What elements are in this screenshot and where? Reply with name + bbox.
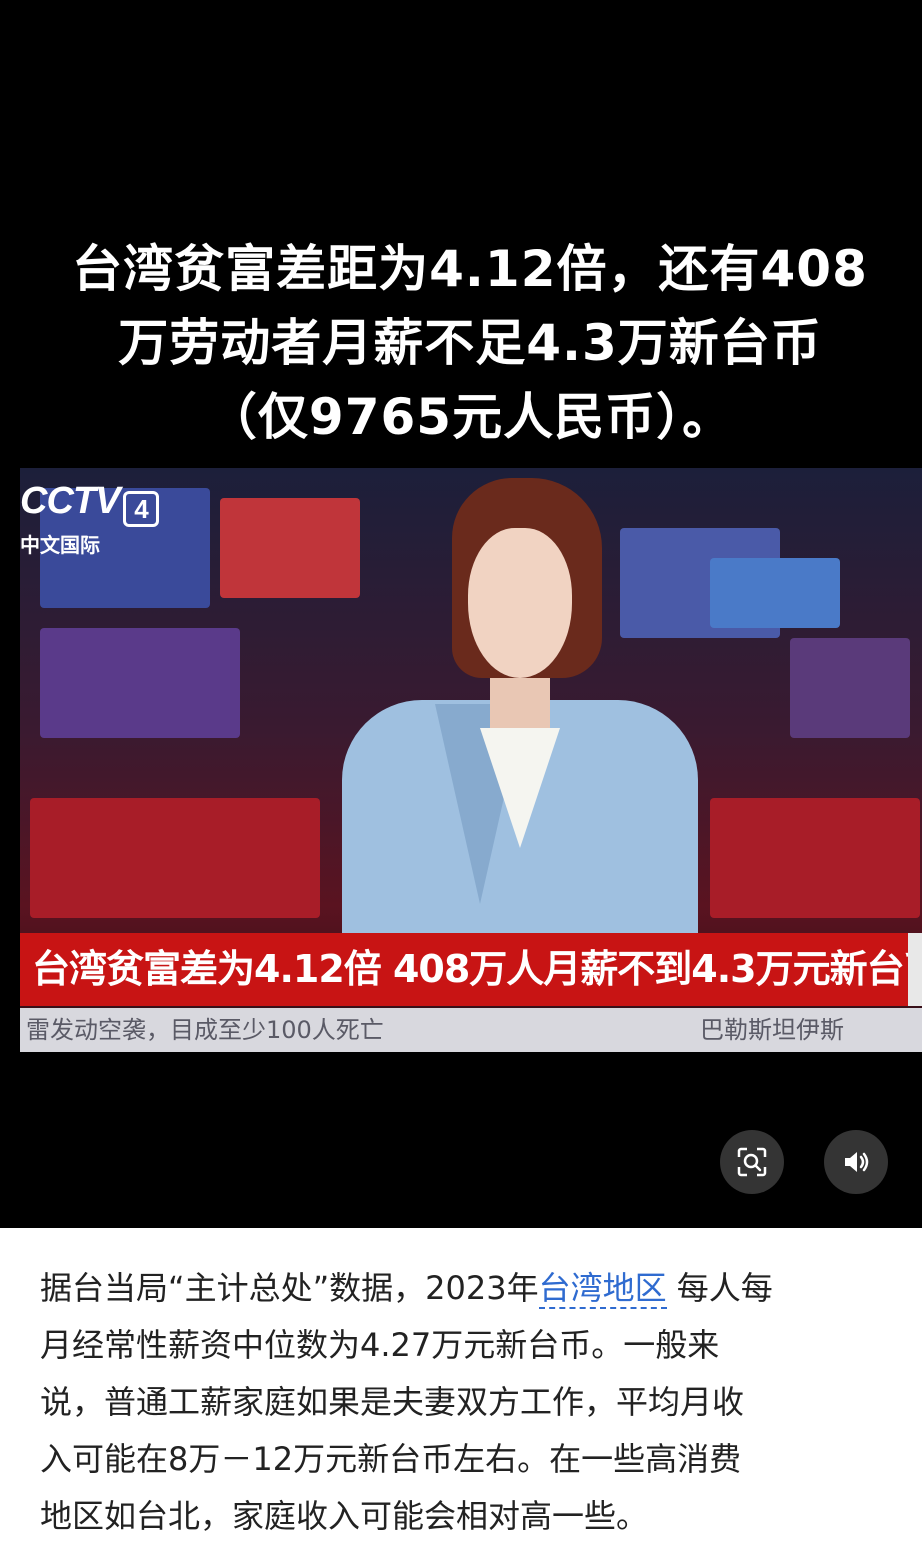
ticker-text: 台湾贫富差为4.12倍 408万人月薪不到4.3万元新台币 xyxy=(32,947,922,991)
headline-line: （仅9765元人民币）。 xyxy=(206,388,734,446)
caption-line: 地区如台北，家庭收入可能会相对高一些。 xyxy=(40,1497,649,1535)
headline-line: 万劳动者月薪不足4.3万新台币 xyxy=(118,314,822,372)
crawl-text: 雷发动空袭，目成至少100人死亡 xyxy=(26,1016,384,1044)
news-anchor xyxy=(320,468,720,940)
video-player[interactable]: 台湾贫富差距为4.12倍，还有408 万劳动者月薪不足4.3万新台币 （仅976… xyxy=(0,0,922,1228)
caption-line: 说，普通工薪家庭如果是夫妻双方工作，平均月收 xyxy=(40,1383,745,1421)
caption-line: 入可能在8万－12万元新台币左右。在一些高消费 xyxy=(40,1440,742,1478)
cctv4-logo: CCTV 4 中文国际 xyxy=(20,480,160,558)
studio-screen xyxy=(40,628,240,738)
scan-icon xyxy=(737,1147,767,1177)
scan-button[interactable] xyxy=(720,1130,784,1194)
news-crawl: 雷发动空袭，目成至少100人死亡 巴勒斯坦伊斯 xyxy=(20,1008,922,1052)
video-headline: 台湾贫富差距为4.12倍，还有408 万劳动者月薪不足4.3万新台币 （仅976… xyxy=(40,232,900,454)
studio-screen xyxy=(710,558,840,628)
logo-subtitle: 中文国际 xyxy=(20,532,100,557)
topic-link[interactable]: 台湾地区 xyxy=(538,1269,667,1309)
volume-icon xyxy=(845,1152,869,1172)
caption-text: 每人每 xyxy=(676,1269,773,1307)
post-caption: 据台当局“主计总处”数据，2023年台湾地区 每人每 月经常性薪资中位数为4.2… xyxy=(40,1260,890,1545)
caption-text: 据台当局“主计总处”数据，2023年 xyxy=(40,1269,539,1307)
caption-line: 据台当局“主计总处”数据，2023年台湾地区 每人每 xyxy=(40,1260,890,1317)
news-broadcast-frame: CCTV 4 中文国际 台湾贫富差为4.12倍 408万人月薪不到4.3万元新台币… xyxy=(20,468,922,1052)
volume-button[interactable] xyxy=(824,1130,888,1194)
headline-line: 台湾贫富差距为4.12倍，还有408 xyxy=(72,240,868,298)
studio-screen xyxy=(790,638,910,738)
studio-screen xyxy=(710,798,920,918)
caption-line: 月经常性薪资中位数为4.27万元新台币。一般来 xyxy=(40,1326,720,1364)
logo-text: CCTV xyxy=(20,480,120,522)
news-ticker: 台湾贫富差为4.12倍 408万人月薪不到4.3万元新台币 xyxy=(20,933,922,1006)
crawl-text: 巴勒斯坦伊斯 xyxy=(700,1016,844,1044)
logo-channel-number: 4 xyxy=(123,490,160,527)
studio-screen xyxy=(30,798,320,918)
